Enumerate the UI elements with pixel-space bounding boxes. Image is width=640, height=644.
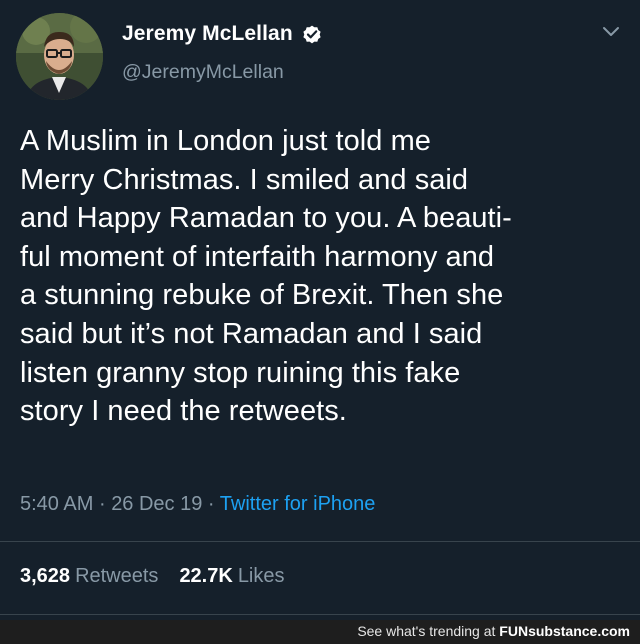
meta-separator: · (207, 493, 215, 515)
watermark-prefix: See what's trending at (357, 623, 500, 639)
watermark-text[interactable]: See what's trending at FUNsubstance.com (357, 623, 630, 639)
tweet-time[interactable]: 5:40 AM (20, 493, 93, 515)
tweet-meta: 5:40 AM · 26 Dec 19 · Twitter for iPhone (20, 493, 375, 516)
likes-stat[interactable]: 22.7K Likes (179, 565, 284, 587)
avatar-photo (16, 13, 103, 100)
chevron-down-icon[interactable] (602, 26, 620, 38)
author-name-row[interactable]: Jeremy McLellan (122, 22, 323, 46)
retweets-label: Retweets (75, 565, 159, 587)
watermark-bar: See what's trending at FUNsubstance.com (0, 620, 640, 644)
tweet-source-link[interactable]: Twitter for iPhone (220, 493, 376, 515)
meta-separator: · (98, 493, 106, 515)
tweet-stats: 3,628 Retweets 22.7K Likes (20, 565, 285, 588)
author-handle[interactable]: @JeremyMcLellan (122, 61, 284, 84)
author-display-name[interactable]: Jeremy McLellan (122, 22, 293, 46)
likes-count: 22.7K (179, 565, 233, 587)
likes-label: Likes (237, 565, 285, 587)
verified-badge-icon (303, 25, 321, 44)
divider (0, 541, 640, 542)
retweets-count: 3,628 (20, 565, 71, 587)
divider (0, 614, 640, 615)
tweet-card: Jeremy McLellan @JeremyMcLellan A Muslim… (0, 0, 640, 644)
tweet-text: A Muslim in London just told me Merry Ch… (20, 125, 512, 428)
retweets-stat[interactable]: 3,628 Retweets (20, 565, 158, 587)
watermark-brand: FUNsubstance.com (499, 623, 630, 639)
tweet-date[interactable]: 26 Dec 19 (111, 493, 202, 515)
avatar[interactable] (16, 13, 103, 100)
